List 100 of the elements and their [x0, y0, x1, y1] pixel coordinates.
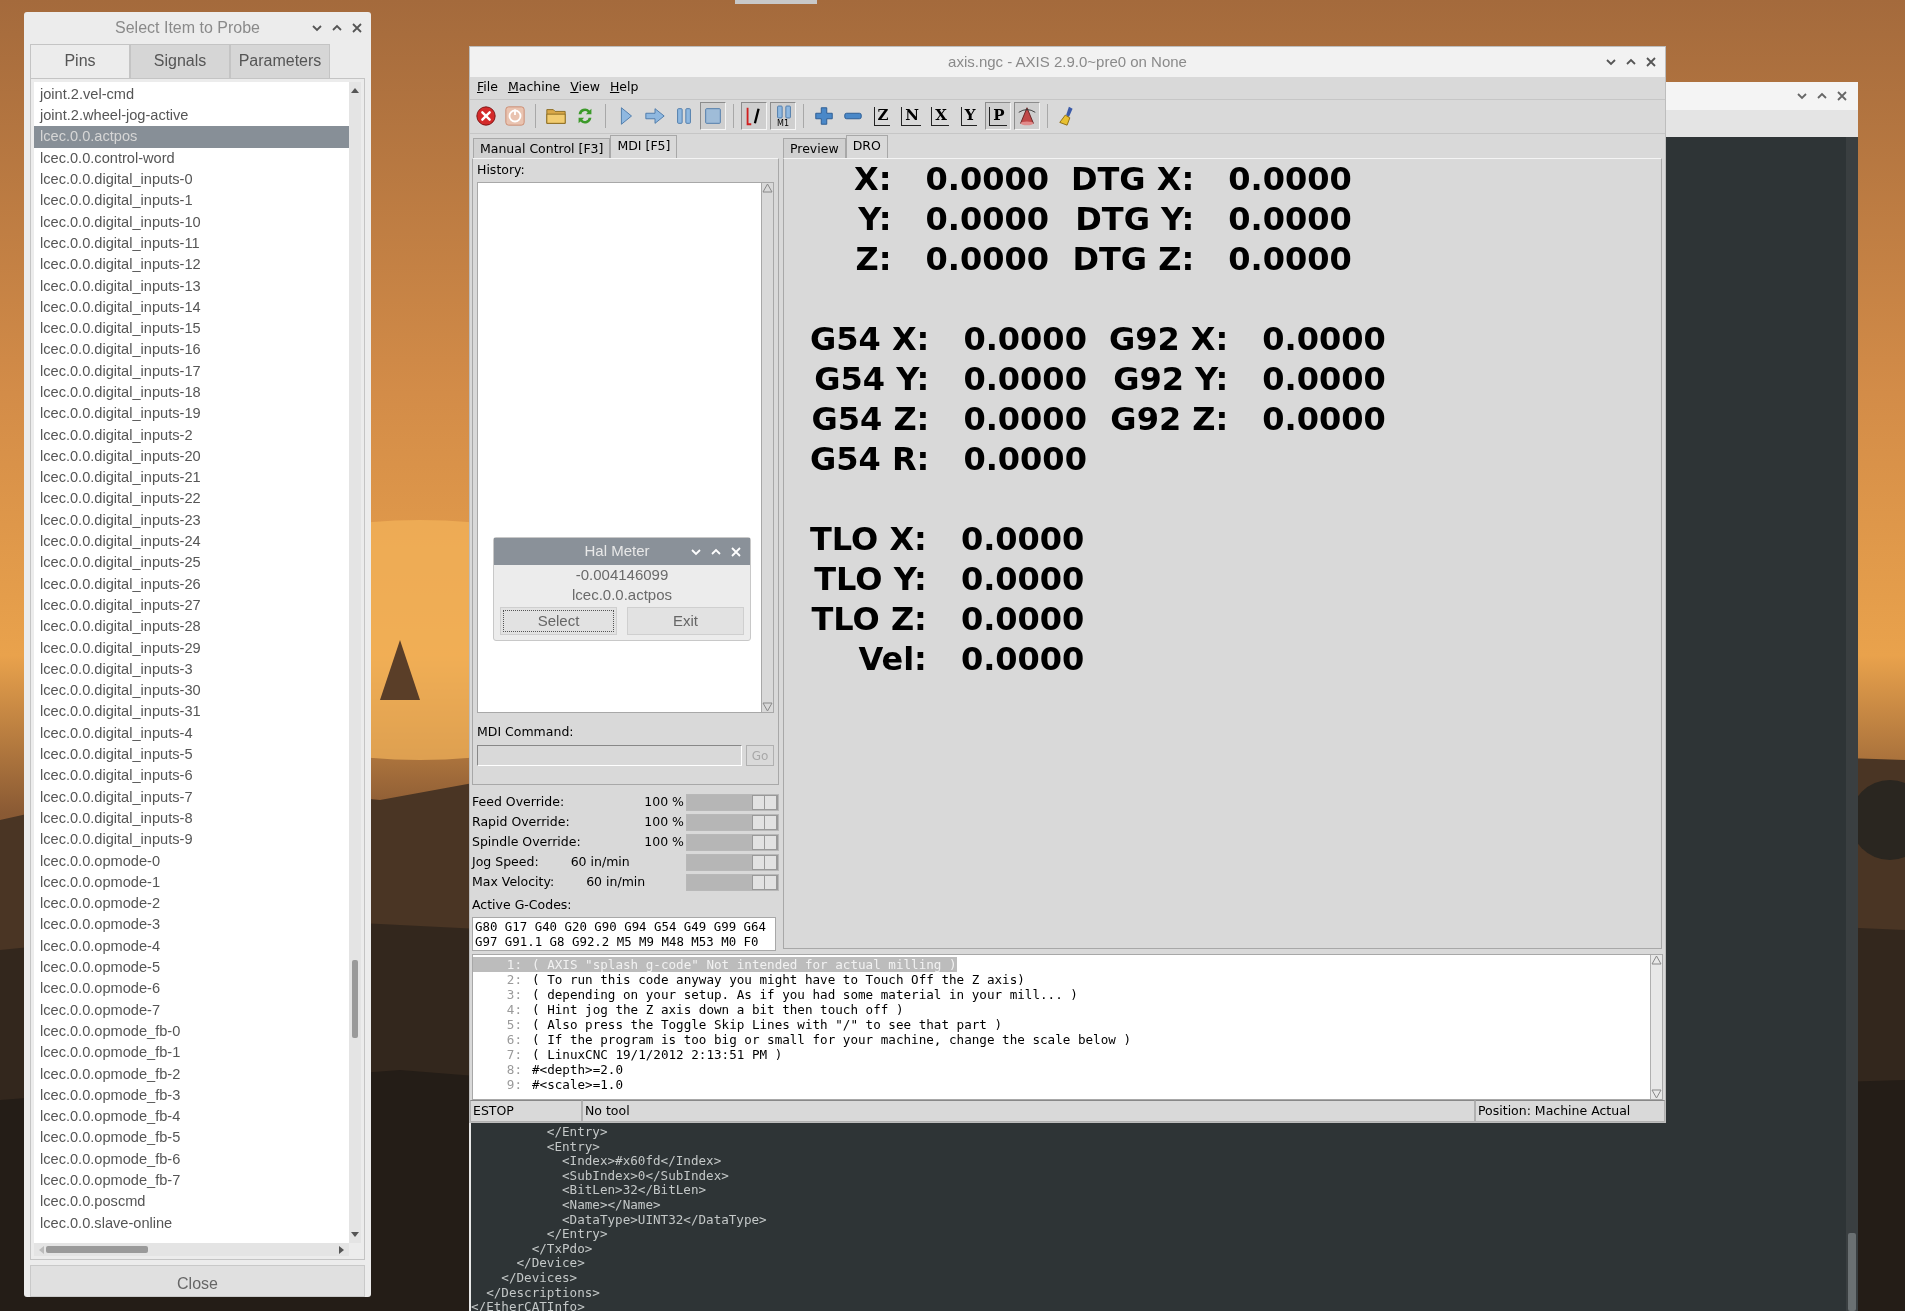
list-item[interactable]: lcec.0.0.opmode-1 — [34, 871, 349, 894]
list-item[interactable]: lcec.0.0.digital_inputs-4 — [34, 722, 349, 745]
list-item[interactable]: lcec.0.0.digital_inputs-24 — [34, 531, 349, 553]
list-item[interactable]: lcec.0.0.digital_inputs-8 — [34, 807, 349, 830]
slider[interactable] — [687, 855, 778, 871]
list-item[interactable]: lcec.0.0.digital_inputs-23 — [34, 509, 349, 532]
list-item[interactable]: lcec.0.0.digital_inputs-12 — [34, 254, 349, 276]
list-item[interactable]: lcec.0.0.digital_inputs-25 — [34, 552, 349, 574]
tab[interactable]: MDI [F5] — [610, 134, 678, 158]
list-item[interactable]: lcec.0.0.opmode_fb-2 — [34, 1063, 349, 1085]
list-item[interactable]: lcec.0.0.digital_inputs-29 — [34, 637, 349, 659]
list-item[interactable]: lcec.0.0.digital_inputs-13 — [34, 275, 349, 297]
close-icon[interactable] — [1836, 90, 1848, 102]
scroll-down-icon[interactable] — [1651, 1089, 1662, 1099]
slider-thumb[interactable] — [752, 875, 778, 891]
slider[interactable] — [687, 795, 778, 811]
list-item[interactable]: lcec.0.0.digital_inputs-17 — [34, 360, 349, 382]
menu-item[interactable]: View — [565, 78, 605, 98]
list-item[interactable]: lcec.0.0.opmode-0 — [34, 850, 349, 872]
code-line-row[interactable]: 7: ( LinuxCNC 19/1/2012 2:13:51 PM ) — [473, 1047, 1650, 1063]
code-line-row[interactable]: 5: ( Also press the Toggle Skip Lines with "/" to see that part ) — [473, 1016, 1650, 1033]
scroll-left-icon[interactable] — [37, 1245, 45, 1255]
list-item[interactable]: lcec.0.0.opmode-2 — [34, 893, 349, 915]
tool-button[interactable] — [1014, 102, 1040, 131]
slider-thumb[interactable] — [752, 795, 778, 811]
list-item[interactable]: lcec.0.0.digital_inputs-9 — [34, 829, 349, 851]
close-button[interactable]: Close — [30, 1265, 365, 1297]
list-item[interactable]: lcec.0.0.opmode-5 — [34, 957, 349, 979]
view-button[interactable]: N — [898, 102, 924, 131]
tab[interactable]: Signals — [130, 43, 230, 78]
menu-item[interactable]: File — [472, 78, 503, 98]
code-line-row[interactable]: 2: ( To run this code anyway you might have to Touch Off the Z axis) — [473, 971, 1650, 987]
list-item[interactable]: lcec.0.0.digital_inputs-10 — [34, 211, 349, 233]
list-item[interactable]: joint.2.wheel-jog-active — [34, 105, 349, 127]
list-item[interactable]: lcec.0.0.opmode-7 — [34, 999, 349, 1021]
list-item[interactable]: lcec.0.0.opmode_fb-4 — [34, 1106, 349, 1128]
list-item[interactable]: joint.2.vel-cmd — [34, 83, 349, 106]
list-item[interactable]: lcec.0.0.opmode-4 — [34, 935, 349, 957]
list-item[interactable]: lcec.0.0.slave-online — [34, 1212, 349, 1234]
close-icon[interactable] — [351, 21, 363, 34]
code-line-row[interactable]: 4: ( Hint jog the Z axis down a bit then touch off ) — [473, 1001, 1650, 1017]
list-item[interactable]: lcec.0.0.digital_inputs-14 — [34, 296, 349, 319]
slider[interactable] — [687, 815, 778, 831]
slider-thumb[interactable] — [752, 815, 778, 831]
list-item[interactable]: lcec.0.0.digital_inputs-7 — [34, 786, 349, 808]
tab[interactable]: Parameters — [230, 43, 330, 78]
list-item[interactable]: lcec.0.0.digital_inputs-27 — [34, 594, 349, 617]
tab[interactable]: Pins — [30, 43, 130, 78]
list-item[interactable]: lcec.0.0.digital_inputs-3 — [34, 658, 349, 681]
list-item[interactable]: lcec.0.0.digital_inputs-30 — [34, 680, 349, 702]
scrollbar-thumb[interactable] — [1848, 1233, 1856, 1311]
list-item[interactable]: lcec.0.0.opmode_fb-7 — [34, 1170, 349, 1192]
menu-item[interactable]: Help — [604, 78, 644, 98]
list-item[interactable]: lcec.0.0.opmode-6 — [34, 978, 349, 1000]
scroll-down-icon[interactable] — [350, 1231, 360, 1239]
tab[interactable]: DRO — [845, 134, 888, 158]
list-item[interactable]: lcec.0.0.poscmd — [34, 1191, 349, 1213]
code-line-row[interactable]: 3: ( depending on your setup. As if you had some material in your mill... ) — [473, 986, 1650, 1002]
list-item[interactable]: lcec.0.0.digital_inputs-20 — [34, 445, 349, 468]
close-icon[interactable] — [1645, 55, 1657, 68]
code-line-row[interactable]: 9: #<scale>=1.0 — [473, 1077, 1650, 1093]
slider-thumb[interactable] — [752, 835, 778, 851]
list-item[interactable]: lcec.0.0.digital_inputs-15 — [34, 318, 349, 340]
list-item[interactable]: lcec.0.0.opmode_fb-0 — [34, 1020, 349, 1043]
view-button[interactable]: P — [985, 102, 1011, 131]
list-item[interactable]: lcec.0.0.opmode-3 — [34, 914, 349, 936]
list-item[interactable]: lcec.0.0.control-word — [34, 147, 349, 170]
optional-stop-button[interactable]: M1 — [770, 102, 796, 131]
stop-button[interactable] — [700, 102, 726, 131]
list-item[interactable]: lcec.0.0.opmode_fb-6 — [34, 1148, 349, 1170]
tab[interactable]: Preview — [783, 137, 846, 158]
scrollbar-thumb[interactable] — [352, 959, 358, 1038]
code-line-row[interactable]: 6: ( If the program is too big or small for your machine, change the scale below ) — [473, 1032, 1650, 1048]
slider[interactable] — [687, 835, 778, 851]
list-item[interactable]: lcec.0.0.digital_inputs-2 — [34, 424, 349, 446]
slider-thumb[interactable] — [752, 855, 778, 871]
meter-button[interactable]: Select — [500, 607, 617, 635]
input-field[interactable] — [477, 745, 742, 767]
list-item[interactable]: lcec.0.0.digital_inputs-18 — [34, 382, 349, 404]
list-item[interactable]: lcec.0.0.digital_inputs-21 — [34, 467, 349, 489]
list-item[interactable]: lcec.0.0.opmode_fb-1 — [34, 1042, 349, 1064]
list-item[interactable]: lcec.0.0.digital_inputs-22 — [34, 488, 349, 510]
meter-button[interactable]: Exit — [627, 607, 744, 635]
list-item[interactable]: lcec.0.0.opmode_fb-5 — [34, 1127, 349, 1149]
minimize-icon[interactable] — [1796, 90, 1808, 102]
view-button[interactable]: Y — [956, 102, 982, 131]
list-item[interactable]: lcec.0.0.digital_inputs-26 — [34, 573, 349, 595]
list-item[interactable]: lcec.0.0.digital_inputs-19 — [34, 403, 349, 425]
slider[interactable] — [687, 875, 778, 891]
list-item[interactable]: lcec.0.0.digital_inputs-5 — [34, 744, 349, 766]
list-item[interactable]: lcec.0.0.digital_inputs-31 — [34, 701, 349, 723]
list-item[interactable]: lcec.0.0.digital_inputs-0 — [34, 169, 349, 191]
list-item[interactable]: lcec.0.0.opmode_fb-3 — [34, 1084, 349, 1107]
list-item[interactable]: lcec.0.0.digital_inputs-6 — [34, 765, 349, 787]
skip-lines-button[interactable] — [741, 102, 767, 131]
list-item[interactable]: lcec.0.0.digital_inputs-16 — [34, 339, 349, 361]
view-button[interactable]: Z — [869, 102, 895, 131]
list-item[interactable]: lcec.0.0.digital_inputs-1 — [34, 190, 349, 212]
view-button[interactable]: X — [927, 102, 953, 131]
scrollbar-thumb[interactable] — [46, 1246, 148, 1253]
